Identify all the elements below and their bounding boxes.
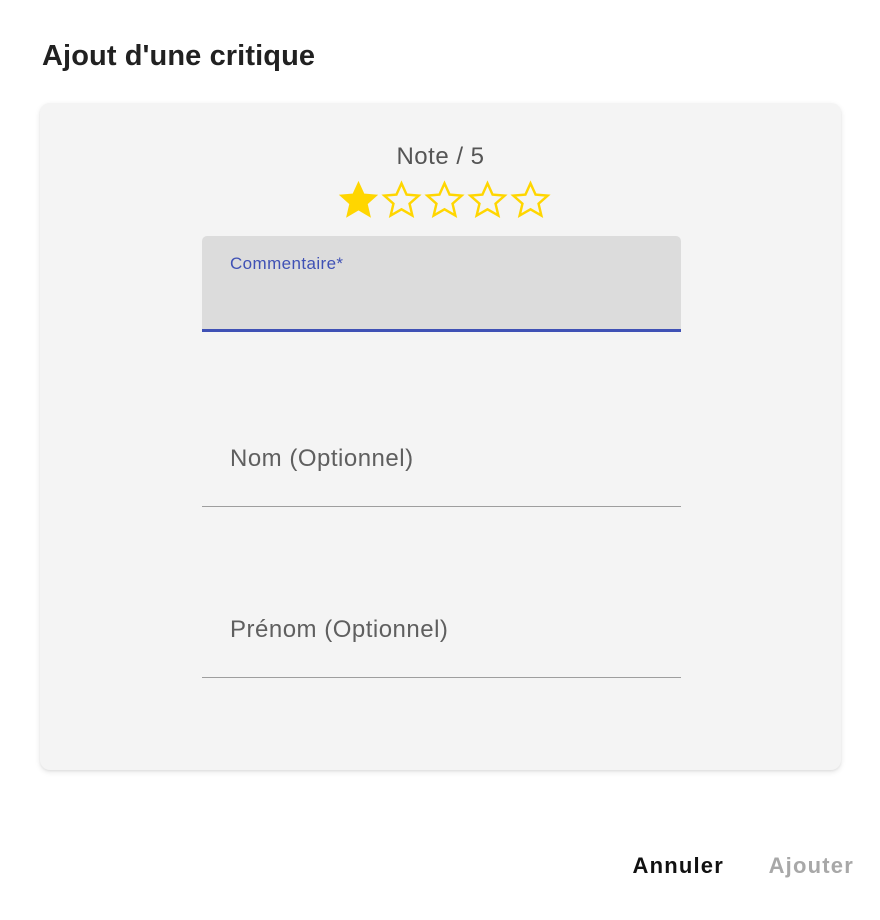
cancel-button[interactable]: Annuler [622, 838, 734, 894]
add-review-dialog: Ajout d'une critique Note / 5 Commentair… [0, 0, 880, 920]
star-1-filled-icon[interactable] [337, 179, 380, 221]
comment-input[interactable] [230, 282, 654, 322]
star-2-outline-icon[interactable] [380, 179, 423, 221]
prenom-field[interactable]: Prénom (Optionnel) [202, 582, 681, 678]
star-3-outline-icon[interactable] [423, 179, 466, 221]
star-5-outline-icon[interactable] [509, 179, 552, 221]
nom-input[interactable] [230, 439, 654, 481]
rating-label: Note / 5 [396, 143, 485, 170]
prenom-input[interactable] [230, 610, 654, 652]
comment-field-label: Commentaire* [230, 254, 344, 273]
review-form-card: Note / 5 Commentaire* Nom (Optionnel) Pr… [40, 103, 841, 770]
dialog-title: Ajout d'une critique [42, 40, 316, 72]
star-4-outline-icon[interactable] [466, 179, 509, 221]
nom-field[interactable]: Nom (Optionnel) [202, 411, 681, 507]
add-button[interactable]: Ajouter [759, 838, 864, 894]
comment-field[interactable]: Commentaire* [202, 236, 681, 332]
star-rating [337, 179, 552, 221]
